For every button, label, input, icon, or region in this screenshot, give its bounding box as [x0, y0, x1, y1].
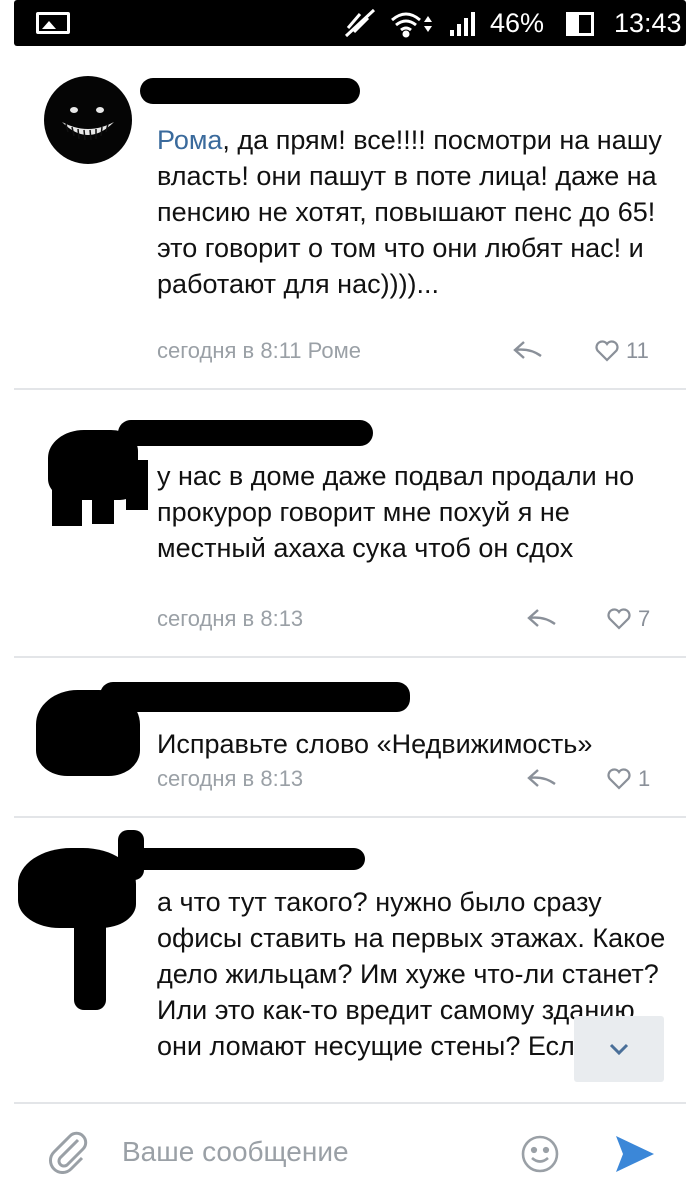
author-name-redacted: [140, 78, 360, 104]
chevron-down-icon: [609, 1043, 629, 1056]
heart-icon: [607, 768, 631, 790]
reply-icon[interactable]: [512, 338, 544, 362]
mute-icon: [344, 8, 376, 38]
avatar-redacted: [18, 830, 148, 1010]
author-name-redacted: [130, 848, 365, 870]
creepy-face-icon: [62, 107, 114, 141]
data-arrows-icon: [424, 16, 432, 32]
comment-meta: сегодня в 8:11 Роме: [157, 338, 361, 363]
paperclip-icon[interactable]: [48, 1130, 90, 1174]
send-icon[interactable]: [614, 1134, 656, 1174]
like-count: 7: [638, 606, 651, 631]
comment-meta: сегодня в 8:13: [157, 606, 304, 631]
comment-text: у нас в доме даже подвал продали но прок…: [157, 461, 635, 563]
reply-icon[interactable]: [526, 606, 558, 630]
comment-meta: сегодня в 8:13: [157, 766, 304, 791]
status-bar: 46% 13:43: [14, 0, 686, 46]
divider: [14, 656, 686, 658]
heart-icon: [595, 340, 619, 362]
like-button[interactable]: 11: [594, 338, 649, 364]
signal-icon: [450, 12, 475, 36]
author-name-redacted: [118, 420, 373, 446]
divider: [14, 816, 686, 818]
status-icons: [344, 8, 475, 38]
message-composer: Ваше сообщение: [14, 1102, 686, 1195]
like-button[interactable]: 1: [606, 766, 650, 792]
heart-icon: [607, 608, 631, 630]
like-button[interactable]: 7: [606, 606, 650, 632]
comment-text: Рома, да прям! все!!!! посмотри на нашу …: [157, 125, 662, 299]
reply-icon[interactable]: [526, 766, 558, 790]
divider: [14, 388, 686, 390]
battery-icon: [566, 12, 594, 36]
emoji-icon[interactable]: [520, 1134, 560, 1174]
gallery-icon: [36, 12, 70, 34]
avatar[interactable]: [44, 76, 132, 164]
author-name-redacted: [100, 682, 410, 712]
message-input[interactable]: Ваше сообщение: [122, 1136, 349, 1168]
mention-link[interactable]: Рома: [157, 125, 222, 155]
scroll-down-button[interactable]: [574, 1016, 664, 1082]
comment-text: Исправьте слово «Недвижимость»: [157, 729, 593, 759]
wifi-icon: [391, 12, 421, 38]
like-count: 11: [626, 338, 649, 363]
clock: 13:43: [614, 8, 682, 38]
battery-percent: 46%: [490, 8, 545, 38]
like-count: 1: [638, 766, 651, 791]
